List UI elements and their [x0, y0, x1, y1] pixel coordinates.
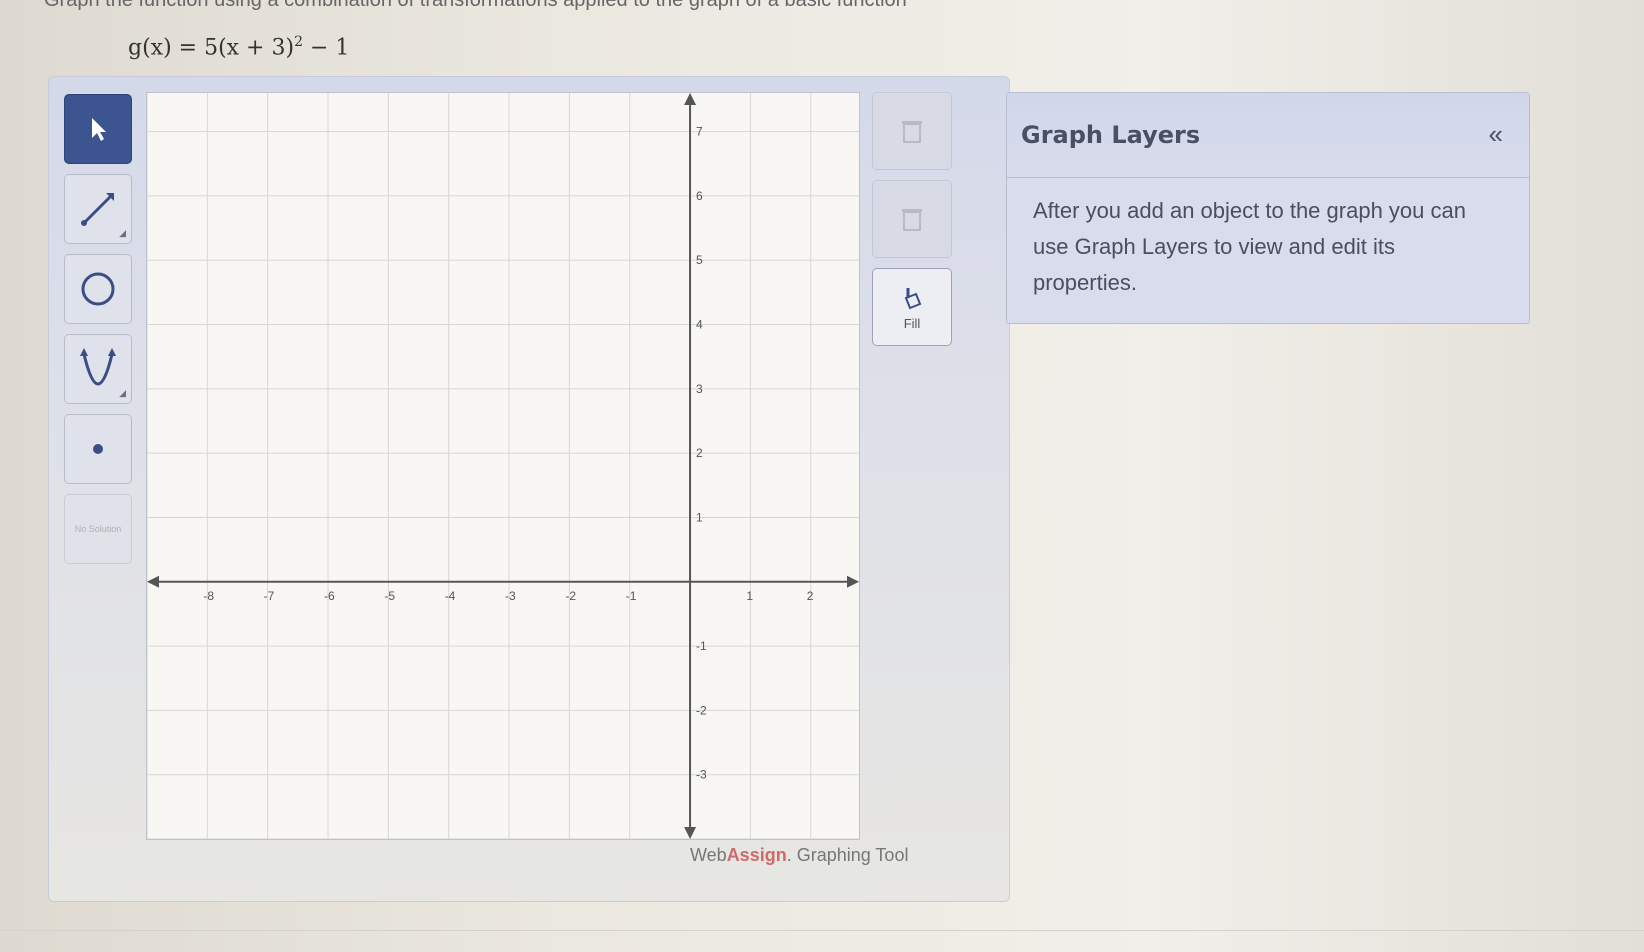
y-tick-label: 7	[696, 125, 703, 139]
credit-prefix: Web	[690, 845, 727, 865]
x-tick-label: -7	[264, 589, 275, 603]
credit-suffix: . Graphing Tool	[786, 845, 909, 865]
instruction-text: Graph the function using a combination o…	[44, 0, 907, 11]
x-tick-label: 1	[746, 589, 753, 603]
y-axis-arrow-up	[684, 93, 697, 105]
parabola-icon	[80, 348, 116, 386]
x-tick-label: -2	[565, 589, 576, 603]
pointer-tool-button[interactable]	[64, 94, 132, 164]
point-tool-button[interactable]	[64, 414, 132, 484]
y-axis-arrow-down	[684, 827, 697, 839]
webassign-credit: WebAssign. Graphing Tool	[690, 845, 908, 866]
x-axis-arrow-left	[147, 575, 159, 588]
x-tick-label: -3	[505, 589, 516, 603]
fill-button[interactable]: Fill	[872, 268, 952, 346]
tool-submenu-indicator: ◢	[119, 228, 126, 238]
no-solution-button[interactable]: No Solution	[64, 494, 132, 564]
arrow-pointer-icon	[92, 118, 106, 141]
grid-svg: -8 -7 -6 -5 -4 -3 -2 -1 1 2 7 6 5 4 3 2 1 -1 -2 -3	[146, 93, 859, 840]
no-solution-label: No Solution	[74, 523, 122, 534]
delete-button[interactable]	[872, 92, 952, 170]
graph-layers-description: After you add an object to the graph you…	[1033, 198, 1466, 295]
y-tick-label: -1	[696, 639, 707, 653]
clear-button[interactable]	[872, 180, 952, 258]
graph-layers-panel: Graph Layers « After you add an object t…	[1006, 92, 1530, 324]
coordinate-grid[interactable]: -8 -7 -6 -5 -4 -3 -2 -1 1 2 7 6 5 4 3 2 1 -1 -2 -3	[146, 92, 860, 840]
equation-rhs: − 1	[303, 35, 350, 61]
collapse-icon[interactable]: «	[1489, 119, 1503, 150]
credit-brand: Assign	[726, 845, 787, 865]
trash-icon	[902, 209, 922, 231]
line-tool-button[interactable]: ◢	[64, 174, 132, 244]
x-tick-label: 2	[807, 589, 814, 603]
y-tick-label: -3	[696, 768, 707, 782]
y-tick-label: 6	[696, 189, 703, 203]
y-tick-label: 3	[696, 382, 703, 396]
x-tick-label: -6	[324, 589, 335, 603]
equation-exponent: 2	[294, 34, 303, 50]
x-axis-arrow-right	[847, 575, 859, 588]
x-tick-label: -1	[626, 589, 637, 603]
circle-tool-button[interactable]	[64, 254, 132, 324]
y-tick-label: 2	[696, 446, 703, 460]
x-tick-label: -8	[203, 589, 214, 603]
y-tick-label: 5	[696, 253, 703, 267]
circle-icon	[81, 272, 115, 306]
y-tick-label: 1	[696, 510, 703, 524]
y-tick-label: 4	[696, 318, 703, 332]
paint-bucket-icon	[904, 287, 922, 309]
fill-label: Fill	[903, 315, 921, 331]
equation: g(x) = 5(x + 3)2 − 1	[128, 34, 349, 60]
graph-layers-title: Graph Layers	[1021, 121, 1201, 149]
parabola-tool-button[interactable]: ◢	[64, 334, 132, 404]
y-tick-label: -2	[696, 703, 707, 717]
trash-icon	[902, 121, 922, 143]
equation-lhs: g(x) = 5(x + 3)	[128, 35, 295, 61]
x-tick-label: -5	[384, 589, 395, 603]
point-icon	[93, 444, 103, 454]
line-icon	[81, 193, 114, 226]
tool-submenu-indicator: ◢	[119, 388, 126, 398]
graph-layers-header: Graph Layers «	[1007, 93, 1529, 178]
x-tick-label: -4	[445, 589, 456, 603]
divider	[0, 930, 1644, 931]
